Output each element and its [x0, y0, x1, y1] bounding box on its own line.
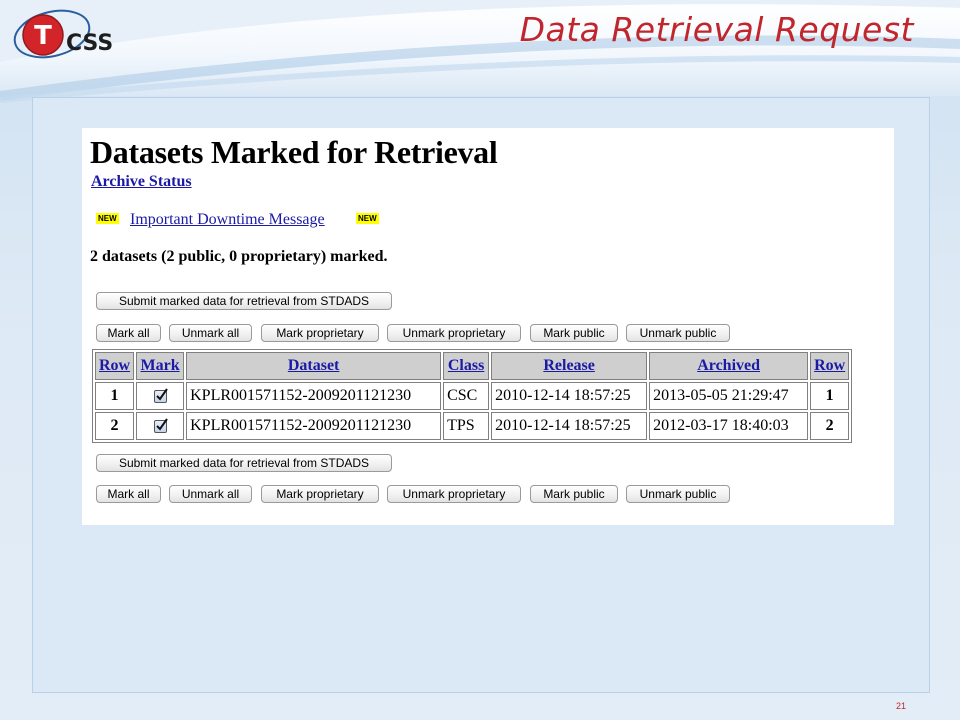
slide-title: Data Retrieval Request: [519, 10, 914, 49]
column-header-archived[interactable]: Archived: [649, 352, 809, 380]
submit-retrieval-button-bottom[interactable]: Submit marked data for retrieval from ST…: [96, 454, 392, 472]
mark-cell: [136, 382, 185, 410]
mark-proprietary-button-bottom[interactable]: Mark proprietary: [261, 485, 379, 503]
logo-text: CSS: [66, 31, 113, 56]
table-row: 1 KPLR001571152-2009201121230 CSC 2010-1…: [95, 382, 850, 410]
unmark-proprietary-button-bottom[interactable]: Unmark proprietary: [387, 485, 521, 503]
new-badge-right: NEW: [356, 213, 379, 224]
row-number-end: 2: [810, 412, 850, 440]
column-header-class[interactable]: Class: [443, 352, 490, 380]
table-header-row: Row Mark Dataset Class Release Archived …: [95, 352, 850, 380]
page-title: Datasets Marked for Retrieval: [90, 134, 498, 170]
column-header-row[interactable]: Row: [95, 352, 135, 380]
table-row: 2 KPLR001571152-2009201121230 TPS 2010-1…: [95, 412, 850, 440]
new-badge-left: NEW: [96, 213, 119, 224]
unmark-public-button-top[interactable]: Unmark public: [626, 324, 730, 342]
unmark-all-button-bottom[interactable]: Unmark all: [169, 485, 252, 503]
tcss-logo: T CSS: [13, 9, 113, 59]
mark-all-button-top[interactable]: Mark all: [96, 324, 161, 342]
dataset-name: KPLR001571152-2009201121230: [186, 412, 442, 440]
unmark-all-button-top[interactable]: Unmark all: [169, 324, 252, 342]
screenshot-panel: Datasets Marked for Retrieval Archive St…: [82, 128, 894, 525]
mark-public-button-bottom[interactable]: Mark public: [530, 485, 618, 503]
column-header-row-end[interactable]: Row: [810, 352, 850, 380]
mark-proprietary-button-top[interactable]: Mark proprietary: [261, 324, 379, 342]
archived-date: 2012-03-17 18:40:03: [649, 412, 809, 440]
release-date: 2010-12-14 18:57:25: [491, 412, 648, 440]
column-header-mark[interactable]: Mark: [136, 352, 185, 380]
row-number-end: 1: [810, 382, 850, 410]
logo-letter: T: [34, 21, 52, 51]
unmark-public-button-bottom[interactable]: Unmark public: [626, 485, 730, 503]
release-date: 2010-12-14 18:57:25: [491, 382, 648, 410]
mark-all-button-bottom[interactable]: Mark all: [96, 485, 161, 503]
datasets-table: Row Mark Dataset Class Release Archived …: [92, 349, 853, 443]
column-header-dataset[interactable]: Dataset: [186, 352, 442, 380]
archived-date: 2013-05-05 21:29:47: [649, 382, 809, 410]
mark-cell: [136, 412, 185, 440]
checked-checkbox-icon[interactable]: [153, 388, 168, 403]
unmark-proprietary-button-top[interactable]: Unmark proprietary: [387, 324, 521, 342]
dataset-class: CSC: [443, 382, 490, 410]
row-number: 2: [95, 412, 135, 440]
mark-public-button-top[interactable]: Mark public: [530, 324, 618, 342]
downtime-message-link[interactable]: Important Downtime Message: [130, 211, 325, 229]
archive-status-link[interactable]: Archive Status: [91, 173, 192, 191]
row-number: 1: [95, 382, 135, 410]
submit-retrieval-button-top[interactable]: Submit marked data for retrieval from ST…: [96, 292, 392, 310]
slide: T CSS Data Retrieval Request Datasets Ma…: [0, 0, 960, 720]
column-header-release[interactable]: Release: [491, 352, 648, 380]
checked-checkbox-icon[interactable]: [153, 418, 168, 433]
marked-summary: 2 datasets (2 public, 0 proprietary) mar…: [90, 248, 388, 265]
slide-page-number: 21: [895, 701, 906, 711]
dataset-name: KPLR001571152-2009201121230: [186, 382, 442, 410]
dataset-class: TPS: [443, 412, 490, 440]
